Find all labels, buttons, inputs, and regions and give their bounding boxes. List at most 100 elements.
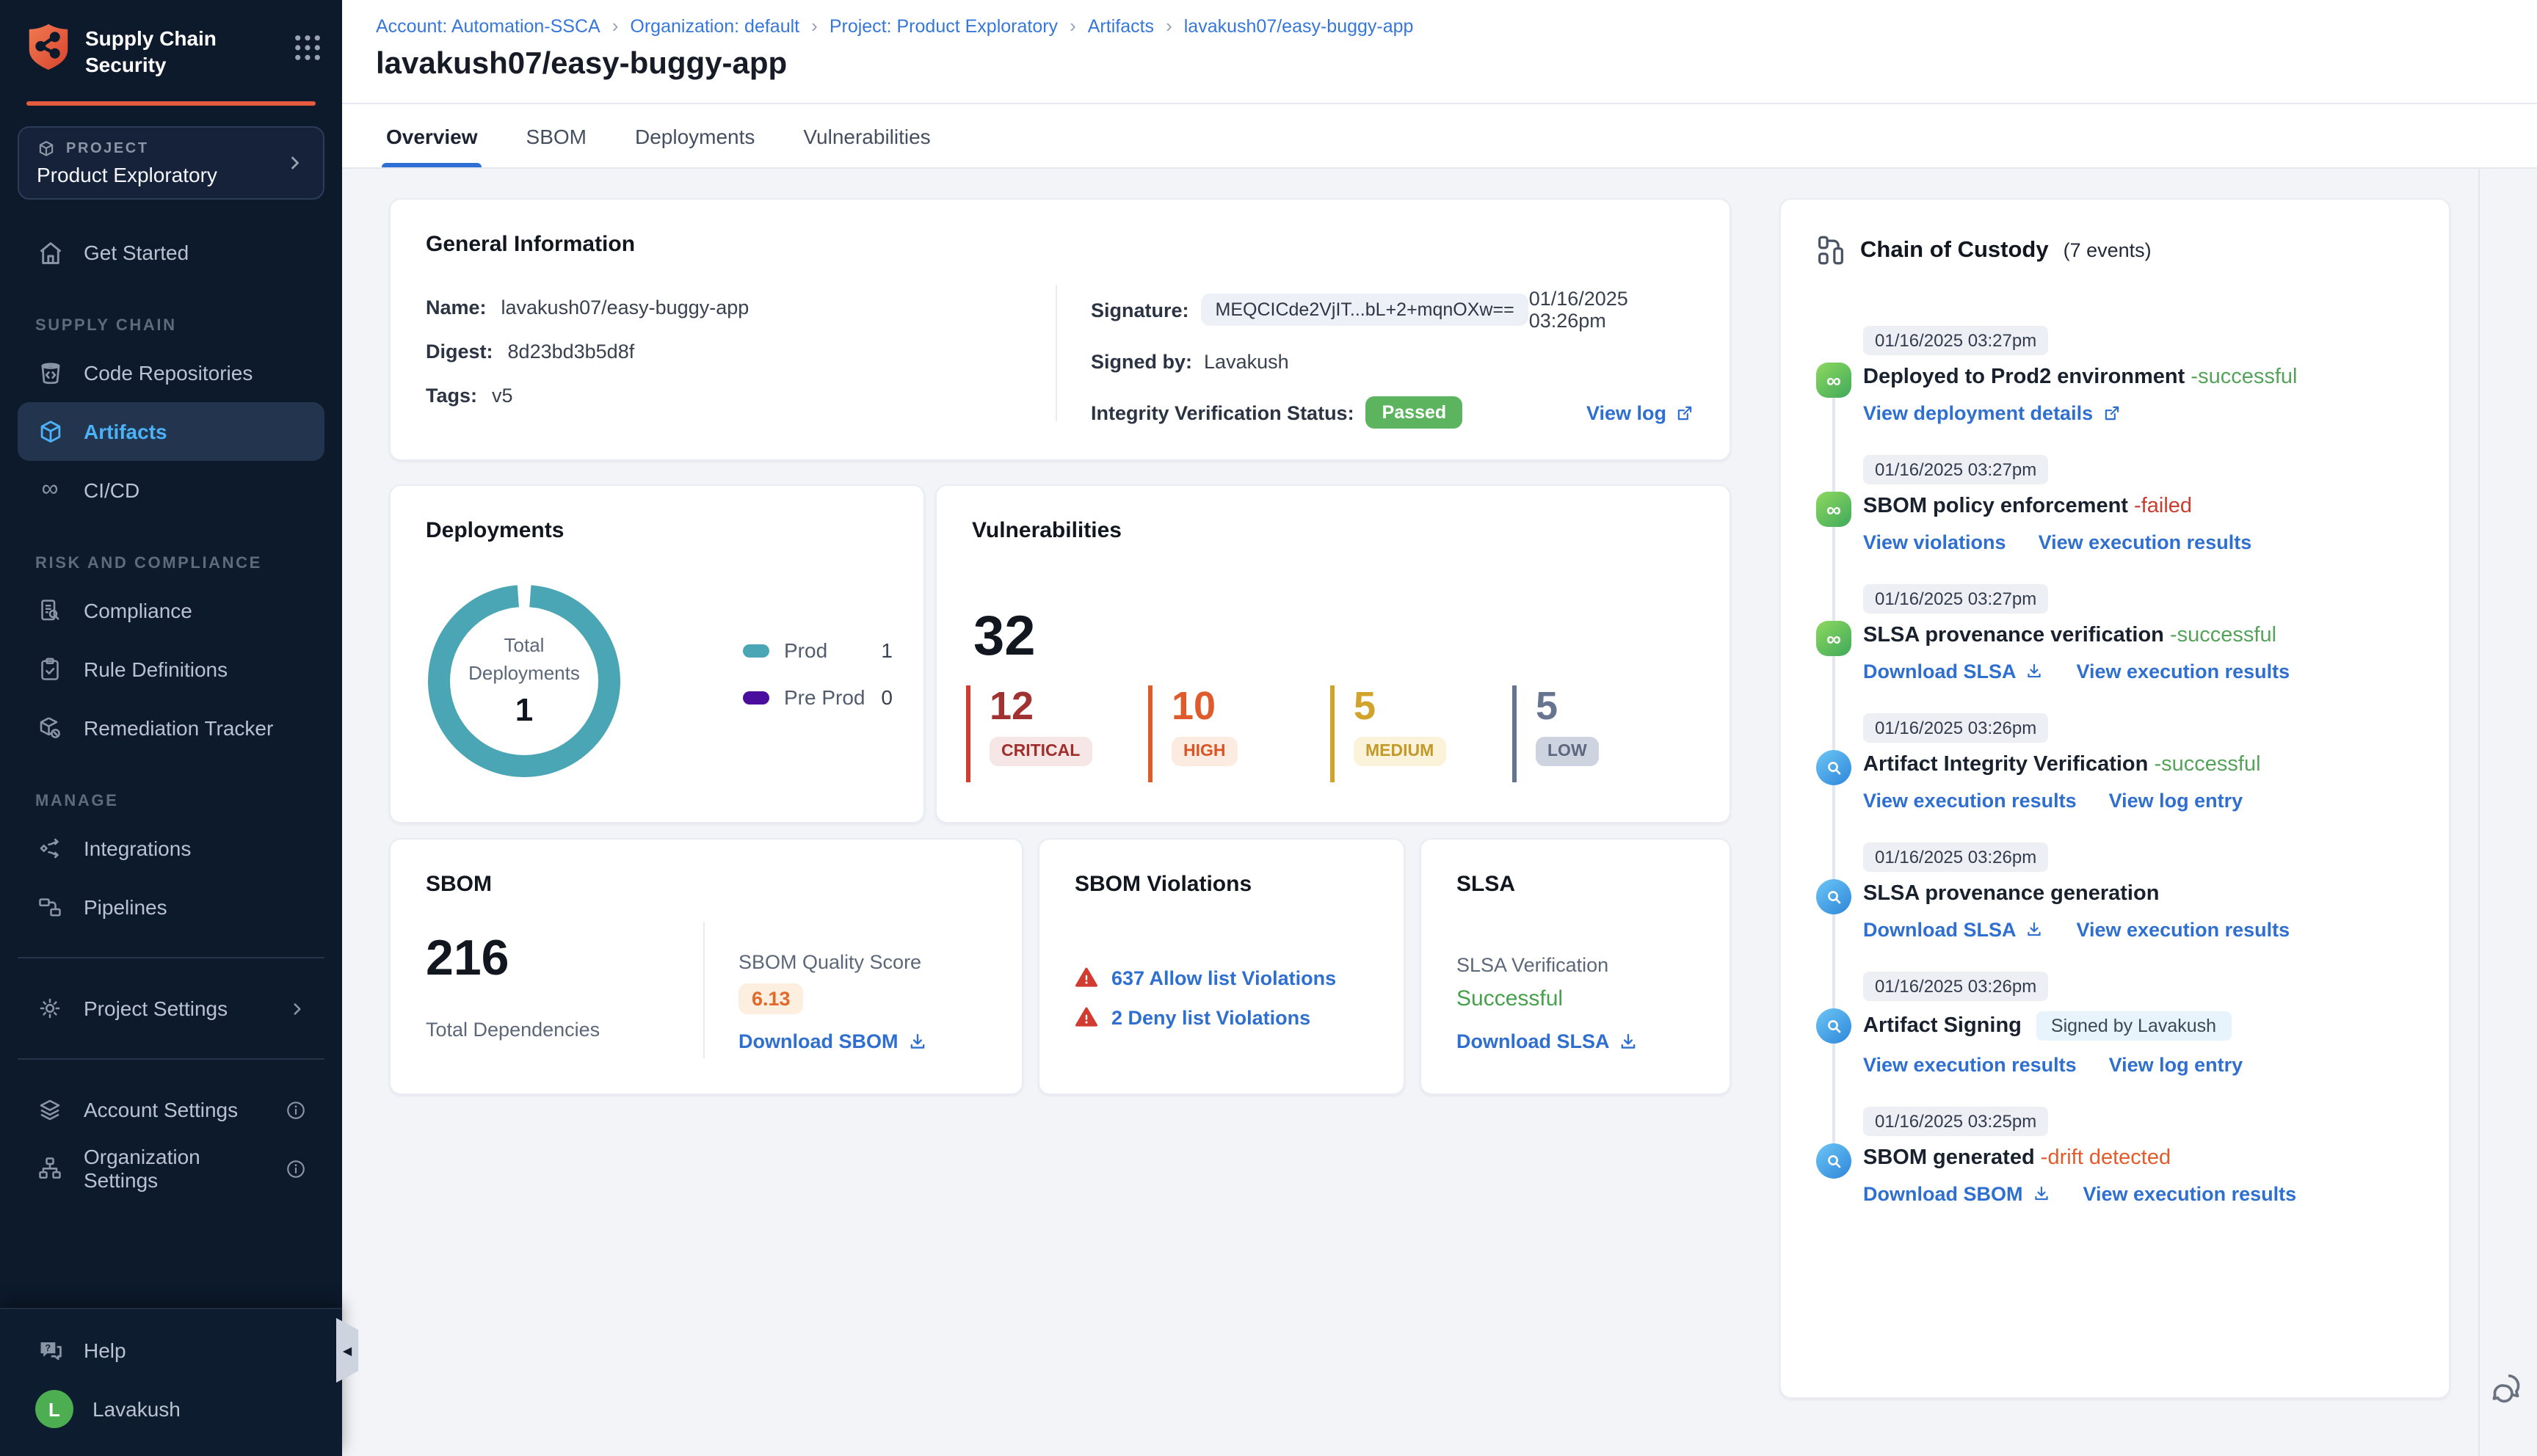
card-title: SBOM Violations (1075, 872, 1252, 897)
event-timestamp: 01/16/2025 03:27pm (1863, 455, 2049, 484)
chain-of-custody-icon (1818, 236, 1843, 265)
sidebar-item-project-settings[interactable]: Project Settings (18, 980, 324, 1038)
allow-list-violations-link[interactable]: 637 Allow list Violations (1111, 967, 1336, 989)
user-name: Lavakush (92, 1397, 181, 1421)
view-violations-link[interactable]: View violations (1863, 531, 2006, 553)
sidebar-item-account-settings[interactable]: Account Settings (18, 1081, 324, 1140)
sidebar-divider (18, 957, 324, 959)
content-right-divider (2478, 169, 2480, 1456)
deny-list-violations-row: 2 Deny list Violations (1075, 1005, 1310, 1029)
chain-events-timeline: ∞ 01/16/2025 03:27pm Deployed to Prod2 e… (1816, 326, 2420, 1205)
event-status: failed (2141, 495, 2193, 518)
sidebar-item-pipelines[interactable]: Pipelines (18, 878, 324, 937)
clipboard-check-icon (35, 655, 65, 685)
card-title: SLSA (1456, 872, 1516, 897)
remediation-cube-icon (35, 714, 65, 743)
event-title: Deployed to Prod2 environment - successf… (1863, 365, 2298, 389)
view-deployment-details-link[interactable]: View deployment details (1863, 402, 2121, 424)
download-icon (910, 1033, 924, 1048)
deployments-card: Deployments Total Deployments 1 Prod 1 P… (389, 484, 925, 823)
support-chat-icon[interactable] (2490, 1369, 2530, 1409)
card-title: General Information (426, 232, 636, 257)
sidebar-item-compliance[interactable]: Compliance (18, 582, 324, 641)
sbom-quality-score-label: SBOM Quality Score (738, 951, 922, 973)
breadcrumb-account[interactable]: Account: Automation-SSCA (376, 15, 600, 36)
sidebar-item-user[interactable]: L Lavakush (18, 1380, 324, 1438)
download-slsa-link[interactable]: Download SLSA (1456, 1030, 1639, 1052)
view-execution-results-link[interactable]: View execution results (2039, 531, 2252, 553)
download-sbom-link[interactable]: Download SBOM (738, 1030, 928, 1052)
app-switcher-grid-icon[interactable] (294, 22, 322, 62)
sidebar-item-cicd[interactable]: ∞ CI/CD (18, 462, 324, 520)
sidebar-item-integrations[interactable]: Integrations (18, 820, 324, 878)
severity-badge-low: LOW (1536, 737, 1599, 767)
breadcrumb-project[interactable]: Project: Product Exploratory (830, 15, 1058, 36)
download-icon (2028, 922, 2041, 936)
signature-value[interactable]: MEQCICde2VjIT...bL+2+mqnOXw== (1200, 294, 1529, 326)
view-execution-results-link[interactable]: View execution results (1863, 790, 2077, 812)
breadcrumb-separator: › (1070, 15, 1076, 37)
scan-magnifier-icon (1816, 879, 1851, 914)
pipeline-infinity-icon: ∞ (1816, 492, 1851, 527)
pipeline-infinity-icon: ∞ (1816, 363, 1851, 398)
breadcrumb-current[interactable]: lavakush07/easy-buggy-app (1184, 15, 1414, 36)
sidebar-item-rule-definitions[interactable]: Rule Definitions (18, 641, 324, 699)
help-chat-icon: ? (35, 1336, 65, 1365)
download-icon (1622, 1033, 1636, 1048)
avatar: L (35, 1390, 73, 1428)
warning-triangle-icon (1075, 967, 1097, 987)
download-slsa-link[interactable]: Download SLSA (1863, 919, 2044, 941)
download-slsa-link[interactable]: Download SLSA (1863, 660, 2044, 682)
view-log-entry-link[interactable]: View log entry (2109, 1054, 2243, 1076)
infinity-icon: ∞ (41, 477, 59, 503)
breadcrumb-artifacts[interactable]: Artifacts (1088, 15, 1154, 36)
event-status: successful (2177, 624, 2277, 647)
severity-medium: 5 MEDIUM (1330, 685, 1481, 782)
tab-deployments[interactable]: Deployments (635, 104, 755, 167)
project-selector[interactable]: PROJECT Product Exploratory (18, 126, 324, 200)
event-title: SLSA provenance verification - successfu… (1863, 624, 2277, 647)
deployments-donut-chart: Total Deployments 1 (420, 577, 628, 785)
sidebar-item-help[interactable]: ? Help (18, 1321, 324, 1380)
info-icon[interactable] (285, 1158, 307, 1180)
project-name: Product Exploratory (37, 163, 217, 187)
allow-list-violations-row: 637 Allow list Violations (1075, 966, 1336, 989)
sidebar-item-remediation-tracker[interactable]: Remediation Tracker (18, 699, 324, 758)
download-sbom-link[interactable]: Download SBOM (1863, 1183, 2051, 1205)
tab-sbom[interactable]: SBOM (526, 104, 587, 167)
event-title: Artifact Integrity Verification - succes… (1863, 753, 2261, 776)
artifacts-cube-icon (35, 418, 65, 447)
section-label-risk-compliance: RISK AND COMPLIANCE (35, 555, 262, 573)
view-log-link[interactable]: View log (1586, 401, 1694, 423)
view-execution-results-link[interactable]: View execution results (2083, 1183, 2297, 1205)
tab-overview[interactable]: Overview (381, 104, 483, 167)
digest-label: Digest: (426, 341, 493, 363)
scan-magnifier-icon (1816, 1143, 1851, 1179)
view-execution-results-link[interactable]: View execution results (1863, 1054, 2077, 1076)
breadcrumb-organization[interactable]: Organization: default (630, 15, 799, 36)
sbom-quality-score-value: 6.13 (738, 983, 804, 1014)
sidebar-item-organization-settings[interactable]: Organization Settings (18, 1140, 324, 1198)
scan-magnifier-icon (1816, 1008, 1851, 1044)
sidebar-item-get-started[interactable]: Get Started (18, 224, 324, 283)
chain-event-artifact-signing: 01/16/2025 03:26pm Artifact Signing Signe… (1816, 972, 2420, 1076)
signature-label: Signature: (1091, 299, 1189, 321)
info-icon[interactable] (285, 1099, 307, 1121)
view-execution-results-link[interactable]: View execution results (2077, 660, 2290, 682)
tab-vulnerabilities[interactable]: Vulnerabilities (803, 104, 930, 167)
scan-magnifier-icon (1816, 750, 1851, 785)
legend-item-preprod: Pre Prod 0 (743, 685, 893, 709)
general-information-card: General Information Name: lavakush07/easy… (389, 198, 1731, 461)
sidebar-item-artifacts[interactable]: Artifacts (18, 402, 324, 462)
sidebar-item-code-repositories[interactable]: Code Repositories (18, 344, 324, 403)
deny-list-violations-link[interactable]: 2 Deny list Violations (1111, 1006, 1310, 1028)
view-log-entry-link[interactable]: View log entry (2109, 790, 2243, 812)
home-icon (35, 239, 65, 268)
view-execution-results-link[interactable]: View execution results (2077, 919, 2290, 941)
svg-text:?: ? (44, 1342, 50, 1353)
breadcrumb-separator: › (1166, 15, 1172, 37)
sbom-violations-card: SBOM Violations 637 Allow list Violation… (1038, 838, 1405, 1095)
breadcrumb-separator: › (611, 15, 619, 37)
general-info-right: Signature: MEQCICde2VjIT...bL+2+mqnOXw==… (1091, 288, 1694, 448)
card-title: Vulnerabilities (972, 518, 1122, 543)
